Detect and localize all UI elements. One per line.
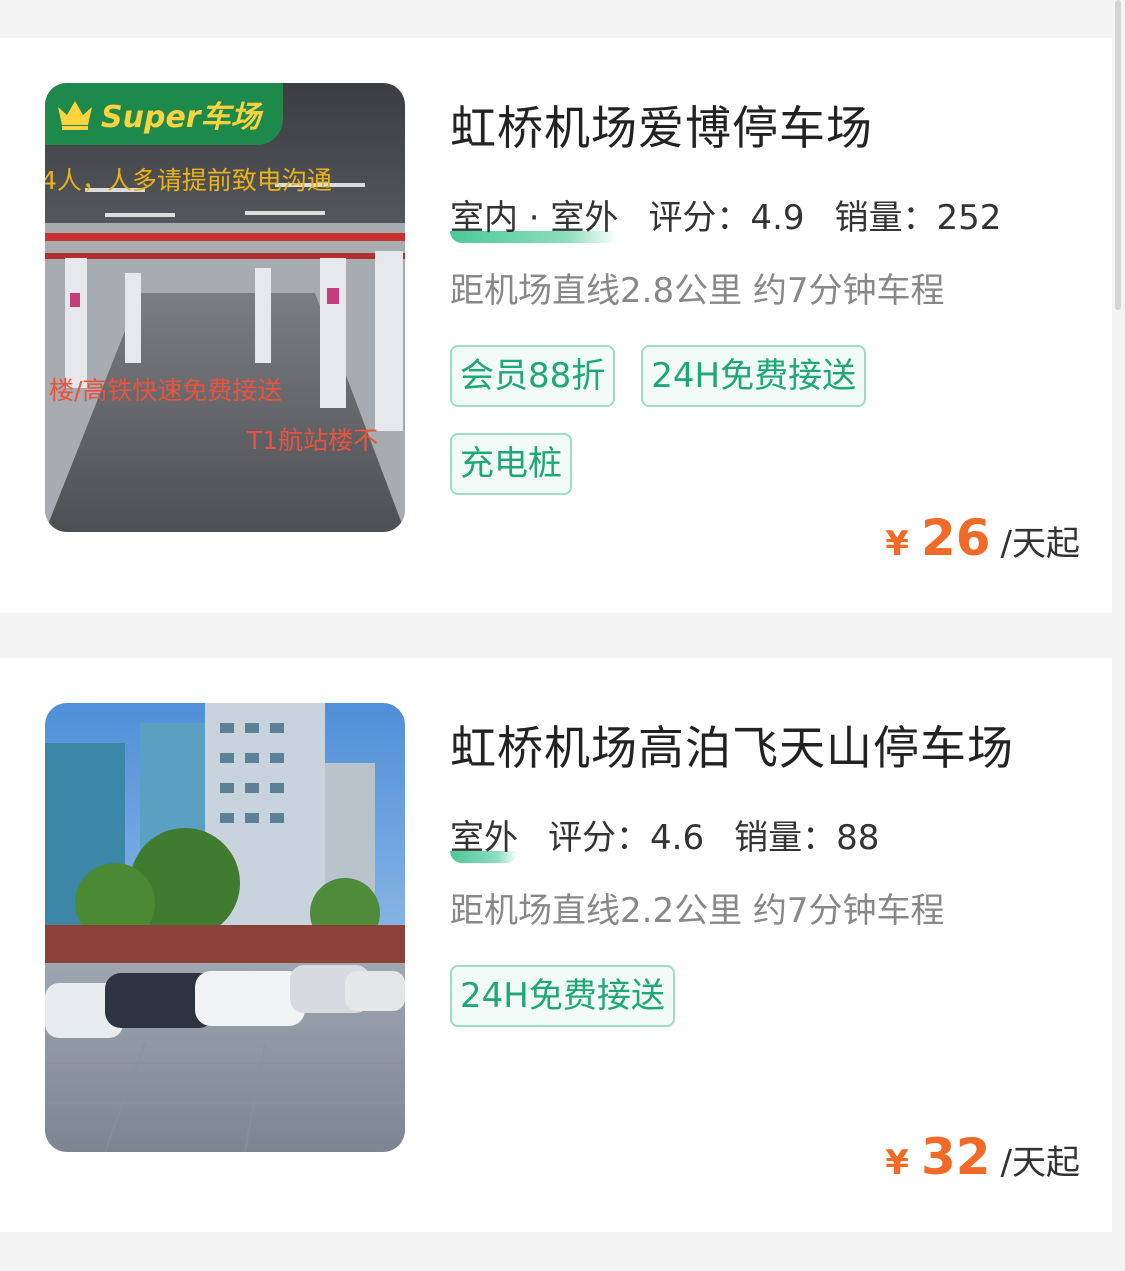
parking-lot-card[interactable]: 虹桥机场高泊飞天山停车场 室外 评分：4.6 销量：88 距机场直线2.2公里 … bbox=[0, 658, 1112, 1232]
outdoor-lot-image bbox=[45, 703, 405, 1152]
rating: 评分：4.6 bbox=[548, 817, 705, 858]
price: ¥ 26 /天起 bbox=[885, 509, 1080, 567]
parking-lot-card[interactable]: Super车场 4人，人多请提前致电沟通 楼/高铁快速免费接送 T1航站楼不 虹… bbox=[0, 38, 1112, 613]
feature-tags: 24H免费接送 bbox=[450, 965, 900, 1027]
distance-info: 距机场直线2.8公里 约7分钟车程 bbox=[450, 271, 945, 311]
parking-lot-meta: 室内 · 室外 评分：4.9 销量：252 bbox=[450, 188, 1031, 243]
price-value: 26 bbox=[920, 509, 991, 567]
tag-member-discount: 会员88折 bbox=[450, 345, 616, 407]
photo-overlay-text: 4人，人多请提前致电沟通 bbox=[45, 166, 332, 195]
distance-info: 距机场直线2.2公里 约7分钟车程 bbox=[450, 891, 945, 931]
photo-overlay-text: T1航站楼不 bbox=[247, 426, 379, 455]
price: ¥ 32 /天起 bbox=[885, 1128, 1080, 1186]
super-badge-label: Super车场 bbox=[101, 100, 261, 135]
sales-count: 销量：252 bbox=[834, 197, 1002, 238]
price-unit: /天起 bbox=[1000, 524, 1080, 564]
parking-lot-name[interactable]: 虹桥机场爱博停车场 bbox=[450, 92, 873, 158]
parking-lot-photo[interactable]: Super车场 4人，人多请提前致电沟通 楼/高铁快速免费接送 T1航站楼不 bbox=[45, 83, 405, 532]
feature-tags: 会员88折 24H免费接送 充电桩 bbox=[450, 345, 900, 495]
parking-lot-meta: 室外 评分：4.6 销量：88 bbox=[450, 808, 909, 863]
photo-overlay-text: 楼/高铁快速免费接送 bbox=[49, 376, 283, 405]
indoor-garage-image bbox=[45, 83, 405, 532]
super-badge: Super车场 bbox=[45, 83, 283, 145]
environment-type: 室外 bbox=[450, 810, 518, 863]
parking-lot-name[interactable]: 虹桥机场高泊飞天山停车场 bbox=[450, 712, 1014, 778]
parking-lot-photo[interactable] bbox=[45, 703, 405, 1152]
crown-icon bbox=[58, 101, 92, 130]
environment-type-label: 室外 bbox=[450, 817, 518, 858]
rating: 评分：4.9 bbox=[648, 197, 805, 238]
tag-charging-pile: 充电桩 bbox=[450, 433, 572, 495]
scrollbar[interactable] bbox=[1115, 0, 1121, 310]
environment-type: 室内 · 室外 bbox=[450, 190, 619, 243]
price-value: 32 bbox=[920, 1128, 991, 1186]
currency-symbol: ¥ bbox=[885, 524, 909, 564]
price-unit: /天起 bbox=[1000, 1143, 1080, 1183]
environment-type-label: 室内 · 室外 bbox=[450, 197, 619, 238]
currency-symbol: ¥ bbox=[885, 1143, 909, 1183]
tag-free-shuttle: 24H免费接送 bbox=[641, 345, 867, 407]
sales-count: 销量：88 bbox=[734, 817, 880, 858]
tag-free-shuttle: 24H免费接送 bbox=[450, 965, 675, 1027]
